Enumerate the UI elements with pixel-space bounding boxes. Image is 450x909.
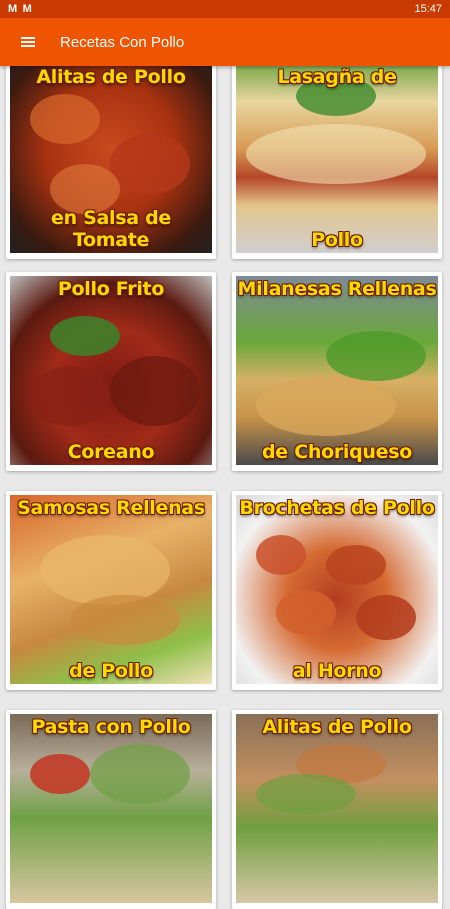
- recipe-title-top: Pasta con Pollo: [31, 716, 191, 738]
- recipe-title-top: Brochetas de Pollo: [239, 497, 435, 519]
- recipe-title-bottom-2: Tomate: [72, 229, 150, 251]
- recipe-card[interactable]: Milanesas Rellenas de Choriqueso: [232, 272, 442, 471]
- recipe-title-top: Lasagña de: [277, 66, 397, 88]
- recipe-image: Samosas Rellenas de Pollo: [10, 495, 212, 684]
- recipe-title-top: Pollo Frito: [57, 278, 165, 300]
- recipe-card[interactable]: Lasagña de Pollo: [232, 60, 442, 259]
- recipe-image: Lasagña de Pollo: [236, 64, 438, 253]
- hamburger-menu-icon[interactable]: [0, 18, 56, 66]
- recipe-title-bottom-2: Pollo: [311, 229, 363, 251]
- recipe-card[interactable]: Pasta con Pollo: [6, 710, 216, 909]
- recipe-image: Pollo Frito Coreano: [10, 276, 212, 465]
- recipe-title-top: Milanesas Rellenas: [237, 278, 437, 300]
- recipe-title-bottom-1: en Salsa de: [51, 207, 171, 229]
- recipe-image: Milanesas Rellenas de Choriqueso: [236, 276, 438, 465]
- recipe-image: Pasta con Pollo: [10, 714, 212, 903]
- recipe-image: Alitas de Pollo: [236, 714, 438, 903]
- recipe-title-bottom-2: Coreano: [67, 441, 155, 463]
- recipe-title-top: Samosas Rellenas: [17, 497, 205, 519]
- recipe-card[interactable]: Pollo Frito Coreano: [6, 272, 216, 471]
- app-bar: Recetas Con Pollo: [0, 18, 450, 66]
- recipe-card[interactable]: Alitas de Pollo: [232, 710, 442, 909]
- recipe-card[interactable]: Brochetas de Pollo al Horno: [232, 491, 442, 690]
- recipe-card[interactable]: Alitas de Pollo en Salsa de Tomate: [6, 60, 216, 259]
- app-title: Recetas Con Pollo: [60, 33, 185, 51]
- recipe-title-bottom-2: al Horno: [292, 660, 382, 682]
- recipe-image: Brochetas de Pollo al Horno: [236, 495, 438, 684]
- recipe-title-bottom-2: de Pollo: [69, 660, 153, 682]
- recipe-image: Alitas de Pollo en Salsa de Tomate: [10, 64, 212, 253]
- recipe-title-bottom-2: de Choriqueso: [262, 441, 412, 463]
- recipe-title-top: Alitas de Pollo: [262, 716, 412, 738]
- recipe-title-top: Alitas de Pollo: [36, 66, 186, 88]
- recipe-card[interactable]: Samosas Rellenas de Pollo: [6, 491, 216, 690]
- recipe-grid: Alitas de Pollo en Salsa de Tomate Lasag…: [0, 0, 450, 909]
